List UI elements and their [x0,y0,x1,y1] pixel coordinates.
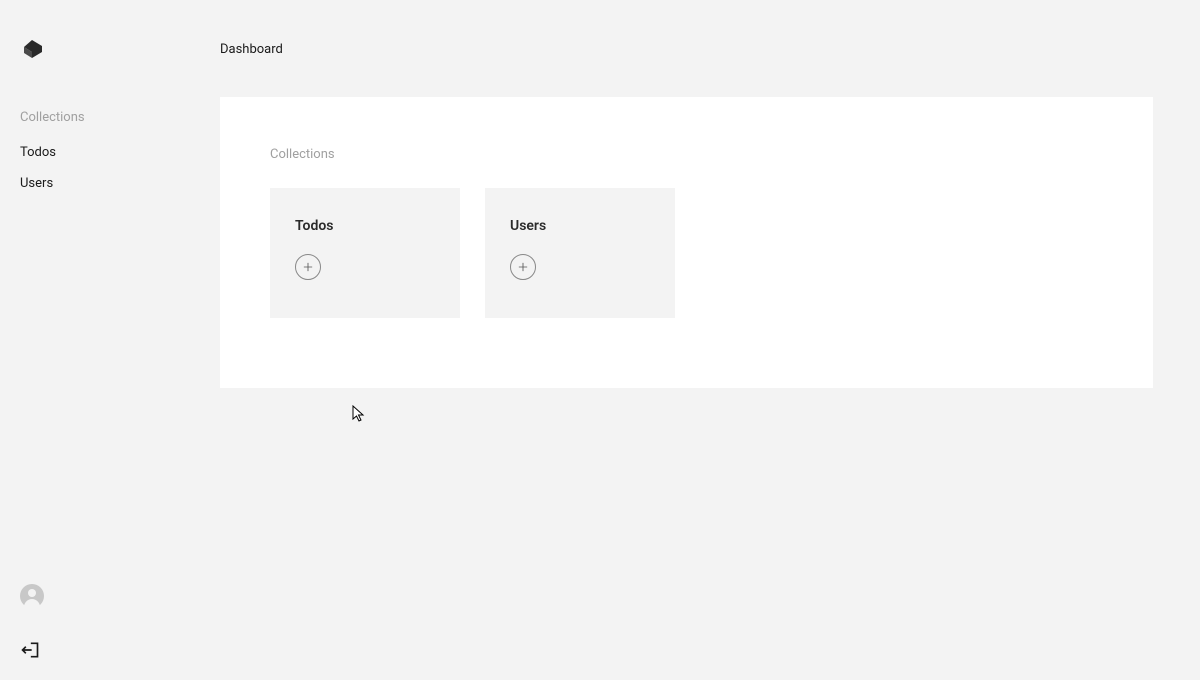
collections-panel: Collections Todos Users [220,97,1153,388]
main-content: Dashboard Collections Todos Users [220,0,1200,388]
cards-row: Todos Users [270,188,1103,318]
sidebar-footer [20,584,44,660]
avatar[interactable] [20,584,44,608]
collection-card-todos[interactable]: Todos [270,188,460,318]
card-title: Todos [295,218,435,234]
plus-icon [518,262,528,272]
cursor-icon [352,405,366,423]
logout-button[interactable] [20,640,40,660]
plus-icon [303,262,313,272]
panel-section-title: Collections [270,147,1103,162]
add-users-button[interactable] [510,254,536,280]
sidebar-item-todos[interactable]: Todos [20,145,180,160]
logo-icon [20,38,44,62]
page-title: Dashboard [220,42,1200,57]
add-todos-button[interactable] [295,254,321,280]
sidebar: Collections Todos Users [0,0,200,680]
collection-card-users[interactable]: Users [485,188,675,318]
card-title: Users [510,218,650,234]
sidebar-item-users[interactable]: Users [20,176,180,191]
app-logo[interactable] [20,38,44,62]
logout-icon [20,640,40,660]
sidebar-section-title: Collections [20,110,180,125]
